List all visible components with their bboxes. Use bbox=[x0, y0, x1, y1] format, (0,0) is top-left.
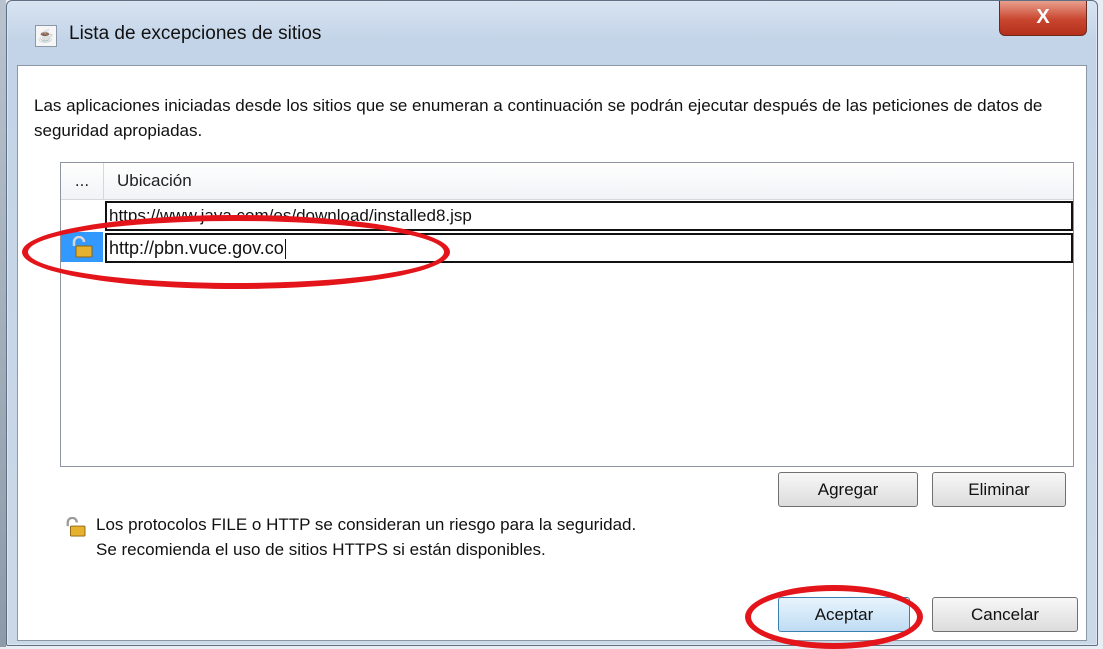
row-icon-cell bbox=[61, 200, 103, 230]
warning-line-1: Los protocolos FILE o HTTP se consideran… bbox=[96, 515, 637, 534]
row-icon-cell bbox=[61, 232, 103, 262]
close-button[interactable]: X bbox=[999, 1, 1087, 36]
window-title: Lista de excepciones de sitios bbox=[69, 23, 322, 44]
description-text: Las aplicaciones iniciadas desde los sit… bbox=[34, 96, 1043, 140]
location-column-header[interactable]: Ubicación bbox=[117, 163, 192, 199]
warning-line-2: Se recomienda el uso de sitios HTTPS si … bbox=[96, 540, 546, 559]
location-text: http://pbn.vuce.gov.co bbox=[109, 238, 284, 258]
text-caret bbox=[284, 239, 286, 260]
location-cell-editing[interactable]: http://pbn.vuce.gov.co bbox=[105, 233, 1073, 263]
exception-site-table[interactable]: ... Ubicación https://www.java.com/es/do… bbox=[60, 162, 1074, 467]
add-button[interactable]: Agregar bbox=[778, 472, 918, 507]
ok-button[interactable]: Aceptar bbox=[778, 597, 910, 632]
unlocked-padlock-icon bbox=[72, 236, 93, 258]
unlocked-padlock-icon bbox=[66, 517, 86, 537]
title-bar[interactable]: ☕ Lista de excepciones de sitios X bbox=[7, 1, 1097, 65]
table-header: ... Ubicación bbox=[61, 163, 1073, 200]
java-icon: ☕ bbox=[35, 25, 57, 47]
dialog-content: Las aplicaciones iniciadas desde los sit… bbox=[17, 65, 1087, 641]
site-exception-dialog: ☕ Lista de excepciones de sitios X Las a… bbox=[6, 0, 1098, 646]
table-row-selected[interactable]: http://pbn.vuce.gov.co bbox=[61, 232, 1073, 263]
remove-button[interactable]: Eliminar bbox=[932, 472, 1066, 507]
table-row[interactable]: https://www.java.com/es/download/install… bbox=[61, 200, 1073, 231]
cancel-button[interactable]: Cancelar bbox=[932, 597, 1078, 632]
icon-column-header[interactable]: ... bbox=[61, 163, 104, 199]
location-cell[interactable]: https://www.java.com/es/download/install… bbox=[105, 201, 1073, 231]
